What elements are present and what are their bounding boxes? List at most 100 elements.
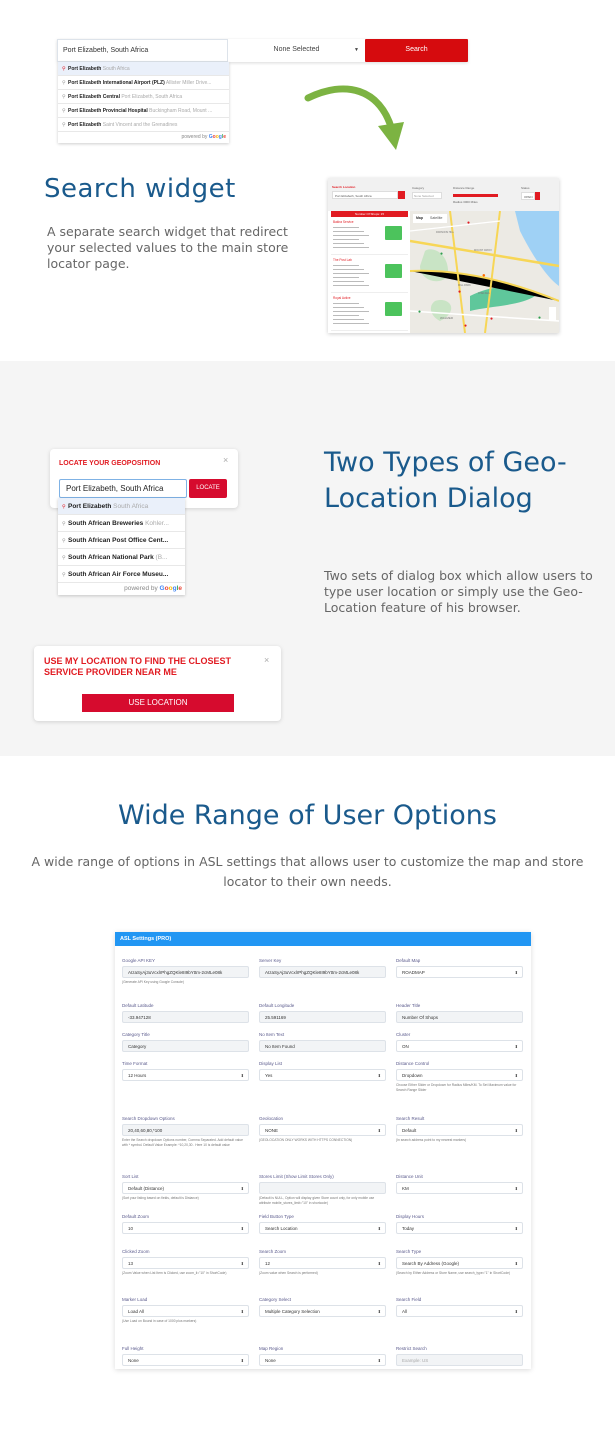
map-label: MOUNT CROIX <box>474 249 492 252</box>
settings-select[interactable]: KM ⬍ <box>396 1182 523 1194</box>
preview-distance-label: Distance Range <box>453 186 475 190</box>
settings-select[interactable]: 13 ⬍ <box>122 1257 249 1269</box>
autocomplete-list: ⚲ Port Elizabeth South Africa ⚲ Port Elizab… <box>58 62 229 143</box>
geoposition-input[interactable]: Port Elizabeth, South Africa <box>59 479 187 498</box>
settings-select[interactable]: 12 Hours ⬍ <box>122 1069 249 1081</box>
select-arrows-icon: ⬍ <box>514 970 518 975</box>
autocomplete-item-sub: South Africa <box>113 503 149 510</box>
geoposition-autocomplete: ⚲ Port Elizabeth South Africa ⚲ South Afric… <box>58 498 185 595</box>
settings-input[interactable]: No Item Found <box>259 1040 386 1052</box>
autocomplete-item-main: Port Elizabeth Provincial Hospital <box>68 108 148 114</box>
settings-input[interactable]: 25.591169 <box>259 1011 386 1023</box>
map-label: WALMER <box>440 316 454 320</box>
autocomplete-item[interactable]: ⚲ Port Elizabeth Central Port Elizabeth, … <box>58 90 229 104</box>
location-input[interactable]: Port Elizabeth, South Africa <box>57 39 228 62</box>
autocomplete-item[interactable]: ⚲ South African Post Office Cent... <box>58 532 185 549</box>
use-location-button[interactable]: USE LOCATION <box>82 694 234 712</box>
category-select[interactable]: None Selected ▼ <box>228 39 365 62</box>
settings-select[interactable]: 12 ⬍ <box>259 1257 386 1269</box>
autocomplete-item[interactable]: ⚲ Port Elizabeth Provincial Hospital Buck… <box>58 104 229 118</box>
settings-select[interactable]: NONE ⬍ <box>259 1124 386 1136</box>
settings-field: Default Map ROADMAP ⬍ <box>396 958 523 978</box>
settings-field-label: Sort List <box>122 1174 139 1179</box>
preview-distance-slider <box>453 194 498 197</box>
settings-select[interactable]: Default ⬍ <box>396 1124 523 1136</box>
settings-field-value: Default <box>402 1128 417 1133</box>
use-location-dialog-title: USE MY LOCATION TO FIND THE CLOSEST SERV… <box>44 656 232 677</box>
autocomplete-item[interactable]: ⚲ Port Elizabeth South Africa <box>58 62 229 76</box>
settings-field: Time Format 12 Hours ⬍ <box>122 1061 249 1081</box>
select-arrows-icon: ⬍ <box>240 1358 244 1363</box>
settings-field-label: No Item Text <box>259 1032 285 1037</box>
settings-select[interactable]: Multiple Category Selection ⬍ <box>259 1305 386 1317</box>
settings-select[interactable]: Today ⬍ <box>396 1222 523 1234</box>
autocomplete-item[interactable]: ⚲ Port Elizabeth South Africa <box>58 498 185 515</box>
map-marker-icon: ● <box>440 251 444 257</box>
autocomplete-item[interactable]: ⚲ South African Air Force Museu... <box>58 566 185 583</box>
settings-field-help: (Zoom Value when List Item is Clicked, u… <box>122 1271 227 1275</box>
preview-store-item: Royal Active <box>331 293 408 331</box>
settings-select[interactable]: Yes ⬍ <box>259 1069 386 1081</box>
settings-field: Default Latitude -33.947128 <box>122 1003 249 1023</box>
close-icon[interactable]: × <box>264 655 269 665</box>
map-label: CHELSEA <box>478 292 490 295</box>
settings-select[interactable]: ROADMAP ⬍ <box>396 966 523 978</box>
settings-select[interactable]: Search By Address (Google) ⬍ <box>396 1257 523 1269</box>
settings-input[interactable]: -33.947128 <box>122 1011 249 1023</box>
autocomplete-item[interactable]: ⚲ South African National Park (B... <box>58 549 185 566</box>
settings-select[interactable]: None ⬍ <box>122 1354 249 1366</box>
settings-input[interactable] <box>259 1182 386 1194</box>
settings-field-value: -33.947128 <box>128 1015 151 1020</box>
settings-input[interactable]: 20,40,60,80,*100 <box>122 1124 249 1136</box>
settings-field-label: Time Format <box>122 1061 148 1066</box>
preview-store-line <box>333 246 369 248</box>
settings-field: Marker Load Load All ⬍ (Use Load on Bound i… <box>122 1297 249 1324</box>
autocomplete-item[interactable]: ⚲ Port Elizabeth Saint Vincent and the Gr… <box>58 118 229 132</box>
settings-select[interactable]: Default (Distance) ⬍ <box>122 1182 249 1194</box>
settings-field: Category Select Multiple Category Selecti… <box>259 1297 386 1317</box>
settings-input[interactable]: Number Of Shops <box>396 1011 523 1023</box>
autocomplete-item-main: Port Elizabeth Central <box>68 94 120 100</box>
locate-button[interactable]: LOCATE <box>189 479 227 498</box>
autocomplete-item-sub: (B... <box>155 554 168 561</box>
settings-field: Search Dropdown Options 20,40,60,80,*100 E… <box>122 1116 249 1147</box>
powered-by-google: powered by Google <box>58 132 229 143</box>
autocomplete-item[interactable]: ⚲ South African Breweries Kohler... <box>58 515 185 532</box>
settings-field: Full Height None ⬍ <box>122 1346 249 1366</box>
settings-field-value: ROADMAP <box>402 970 425 975</box>
map-label: PARSONS HILL <box>436 231 455 234</box>
settings-input[interactable]: AIzaSyAj3uVcxlrPhgZQKle8I9bYttm-2cMLe08k <box>259 966 386 978</box>
settings-input[interactable]: AIzaSyAj3uVcxlrPhgZQKle8I9bYttm-2cMLe08k <box>122 966 249 978</box>
settings-select[interactable]: Dropdown ⬍ <box>396 1069 523 1081</box>
settings-field: Distance Control Dropdown ⬍ Choose Either S… <box>396 1061 523 1092</box>
search-button[interactable]: Search <box>365 39 468 62</box>
map-marker-icon: ● <box>467 220 471 226</box>
settings-select[interactable]: All ⬍ <box>396 1305 523 1317</box>
settings-select[interactable]: 10 ⬍ <box>122 1222 249 1234</box>
settings-field-label: Default Zoom <box>122 1214 150 1219</box>
settings-select[interactable]: Search Location ⬍ <box>259 1222 386 1234</box>
settings-select[interactable]: Load All ⬍ <box>122 1305 249 1317</box>
settings-field: Default Longitude 25.591169 <box>259 1003 386 1023</box>
close-icon[interactable]: × <box>223 455 228 465</box>
settings-field-label: Marker Load <box>122 1297 148 1302</box>
settings-field-value: Multiple Category Selection <box>265 1309 320 1314</box>
select-arrows-icon: ⬍ <box>377 1309 381 1314</box>
settings-field-value: AIzaSyAj3uVcxlrPhgZQKle8I9bYttm-2cMLe08k <box>265 970 360 975</box>
preview-category-label: Category <box>412 186 425 190</box>
preview-map: Map Satellite ● ● ● ● ● ● ● ● PARSONS HI… <box>410 211 559 333</box>
store-locator-preview: Search Location Port Elizabeth, South Af… <box>328 178 559 333</box>
settings-field: Distance Unit KM ⬍ <box>396 1174 523 1194</box>
settings-input[interactable]: Category <box>122 1040 249 1052</box>
settings-field: Display Hours Today ⬍ <box>396 1214 523 1234</box>
preview-store-line <box>333 272 369 274</box>
autocomplete-item[interactable]: ⚲ Port Elizabeth International Airport (P… <box>58 76 229 90</box>
preview-store-line <box>333 306 364 308</box>
settings-select[interactable]: None ⬍ <box>259 1354 386 1366</box>
settings-field: Sort List Default (Distance) ⬍ (Sort your l… <box>122 1174 249 1201</box>
settings-input[interactable]: Example: US <box>396 1354 523 1366</box>
settings-select[interactable]: ON ⬍ <box>396 1040 523 1052</box>
preview-store-line <box>333 230 364 232</box>
map-marker-icon: ● <box>538 315 542 321</box>
settings-field-value: ON <box>402 1044 409 1049</box>
